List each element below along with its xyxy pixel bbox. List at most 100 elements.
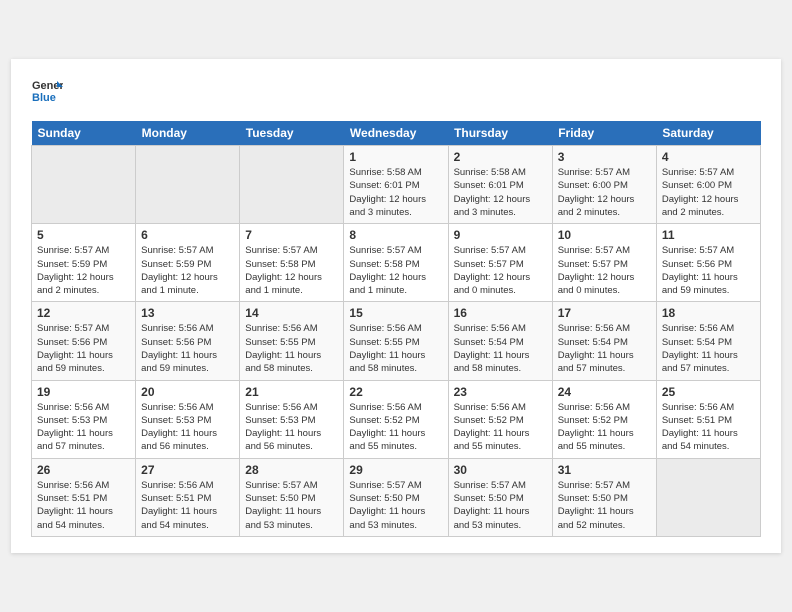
week-row-4: 19 Sunrise: 5:56 AMSunset: 5:53 PMDayligh… [32, 380, 761, 458]
weekday-row: SundayMondayTuesdayWednesdayThursdayFrid… [32, 121, 761, 146]
day-info: Sunrise: 5:57 AMSunset: 6:00 PMDaylight:… [662, 166, 755, 219]
day-number: 26 [37, 463, 130, 477]
calendar-cell: 24Sunrise: 5:56 AMSunset: 5:52 PMDayligh… [552, 380, 656, 458]
day-number: 28 [245, 463, 338, 477]
day-number: 22 [349, 385, 442, 399]
logo-svg: General Blue [31, 75, 63, 111]
day-number: 8 [349, 228, 442, 242]
calendar-cell: 26 Sunrise: 5:56 AMSunset: 5:51 PMDayligh… [32, 458, 136, 536]
day-info: Sunrise: 5:57 AMSunset: 5:50 PMDaylight:… [245, 479, 338, 532]
calendar-header-row: SundayMondayTuesdayWednesdayThursdayFrid… [32, 121, 761, 146]
day-info: Sunrise: 5:56 AMSunset: 5:56 PMDaylight:… [141, 322, 234, 375]
day-info: Sunrise: 5:56 AMSunset: 5:54 PMDaylight:… [662, 322, 755, 375]
day-info: Sunrise: 5:56 AMSunset: 5:51 PMDaylight:… [662, 401, 755, 454]
weekday-header-tuesday: Tuesday [240, 121, 344, 146]
calendar-cell: 22 Sunrise: 5:56 AMSunset: 5:52 PMDayligh… [344, 380, 448, 458]
day-number: 31 [558, 463, 651, 477]
day-info: Sunrise: 5:56 AMSunset: 5:52 PMDaylight:… [454, 401, 547, 454]
weekday-header-friday: Friday [552, 121, 656, 146]
logo-display: General Blue [31, 75, 63, 111]
calendar-cell [136, 146, 240, 224]
day-number: 17 [558, 306, 651, 320]
day-info: Sunrise: 5:56 AMSunset: 5:52 PMDaylight:… [349, 401, 442, 454]
weekday-header-sunday: Sunday [32, 121, 136, 146]
day-number: 6 [141, 228, 234, 242]
day-info: Sunrise: 5:57 AMSunset: 5:56 PMDaylight:… [37, 322, 130, 375]
day-info: Sunrise: 5:58 AMSunset: 6:01 PMDaylight:… [454, 166, 547, 219]
calendar-table: SundayMondayTuesdayWednesdayThursdayFrid… [31, 121, 761, 537]
day-number: 23 [454, 385, 547, 399]
day-number: 12 [37, 306, 130, 320]
day-info: Sunrise: 5:56 AMSunset: 5:55 PMDaylight:… [349, 322, 442, 375]
day-number: 2 [454, 150, 547, 164]
day-info: Sunrise: 5:57 AMSunset: 5:58 PMDaylight:… [349, 244, 442, 297]
day-number: 1 [349, 150, 442, 164]
day-number: 21 [245, 385, 338, 399]
day-number: 20 [141, 385, 234, 399]
day-info: Sunrise: 5:56 AMSunset: 5:53 PMDaylight:… [245, 401, 338, 454]
day-info: Sunrise: 5:56 AMSunset: 5:51 PMDaylight:… [141, 479, 234, 532]
day-number: 9 [454, 228, 547, 242]
day-number: 25 [662, 385, 755, 399]
calendar-cell: 6 Sunrise: 5:57 AMSunset: 5:59 PMDaylight… [136, 224, 240, 302]
calendar-header: General Blue [31, 75, 761, 111]
calendar-cell: 14 Sunrise: 5:56 AMSunset: 5:55 PMDayligh… [240, 302, 344, 380]
day-number: 15 [349, 306, 442, 320]
calendar-cell: 25 Sunrise: 5:56 AMSunset: 5:51 PMDayligh… [656, 380, 760, 458]
day-info: Sunrise: 5:57 AMSunset: 5:50 PMDaylight:… [454, 479, 547, 532]
day-number: 18 [662, 306, 755, 320]
calendar-cell: 23 Sunrise: 5:56 AMSunset: 5:52 PMDayligh… [448, 380, 552, 458]
weekday-header-monday: Monday [136, 121, 240, 146]
week-row-1: 1 Sunrise: 5:58 AMSunset: 6:01 PMDaylight… [32, 146, 761, 224]
calendar-cell: 1 Sunrise: 5:58 AMSunset: 6:01 PMDaylight… [344, 146, 448, 224]
day-info: Sunrise: 5:57 AMSunset: 5:59 PMDaylight:… [141, 244, 234, 297]
day-number: 19 [37, 385, 130, 399]
calendar-cell: 13Sunrise: 5:56 AMSunset: 5:56 PMDayligh… [136, 302, 240, 380]
calendar-cell [240, 146, 344, 224]
day-number: 24 [558, 385, 651, 399]
day-info: Sunrise: 5:57 AMSunset: 5:59 PMDaylight:… [37, 244, 130, 297]
day-info: Sunrise: 5:56 AMSunset: 5:55 PMDaylight:… [245, 322, 338, 375]
calendar-cell: 20 Sunrise: 5:56 AMSunset: 5:53 PMDayligh… [136, 380, 240, 458]
day-info: Sunrise: 5:57 AMSunset: 5:50 PMDaylight:… [558, 479, 651, 532]
week-row-2: 5 Sunrise: 5:57 AMSunset: 5:59 PMDaylight… [32, 224, 761, 302]
day-info: Sunrise: 5:57 AMSunset: 5:58 PMDaylight:… [245, 244, 338, 297]
calendar-cell: 8 Sunrise: 5:57 AMSunset: 5:58 PMDaylight… [344, 224, 448, 302]
day-number: 5 [37, 228, 130, 242]
day-info: Sunrise: 5:57 AMSunset: 5:56 PMDaylight:… [662, 244, 755, 297]
weekday-header-wednesday: Wednesday [344, 121, 448, 146]
calendar-cell: 7Sunrise: 5:57 AMSunset: 5:58 PMDaylight… [240, 224, 344, 302]
calendar-cell: 16 Sunrise: 5:56 AMSunset: 5:54 PMDayligh… [448, 302, 552, 380]
weekday-header-saturday: Saturday [656, 121, 760, 146]
day-info: Sunrise: 5:56 AMSunset: 5:53 PMDaylight:… [141, 401, 234, 454]
calendar-cell: 3 Sunrise: 5:57 AMSunset: 6:00 PMDaylight… [552, 146, 656, 224]
calendar-container: General Blue SundayMondayTuesdayWednesda… [11, 59, 781, 553]
calendar-cell: 9 Sunrise: 5:57 AMSunset: 5:57 PMDaylight… [448, 224, 552, 302]
day-info: Sunrise: 5:56 AMSunset: 5:51 PMDaylight:… [37, 479, 130, 532]
day-info: Sunrise: 5:57 AMSunset: 6:00 PMDaylight:… [558, 166, 651, 219]
day-info: Sunrise: 5:56 AMSunset: 5:54 PMDaylight:… [454, 322, 547, 375]
day-number: 30 [454, 463, 547, 477]
day-info: Sunrise: 5:57 AMSunset: 5:57 PMDaylight:… [454, 244, 547, 297]
weekday-header-thursday: Thursday [448, 121, 552, 146]
day-number: 16 [454, 306, 547, 320]
day-number: 11 [662, 228, 755, 242]
calendar-cell: 2 Sunrise: 5:58 AMSunset: 6:01 PMDaylight… [448, 146, 552, 224]
calendar-cell: 28 Sunrise: 5:57 AMSunset: 5:50 PMDayligh… [240, 458, 344, 536]
week-row-3: 12 Sunrise: 5:57 AMSunset: 5:56 PMDayligh… [32, 302, 761, 380]
svg-text:Blue: Blue [32, 92, 56, 104]
calendar-cell: 21 Sunrise: 5:56 AMSunset: 5:53 PMDayligh… [240, 380, 344, 458]
calendar-cell: 18 Sunrise: 5:56 AMSunset: 5:54 PMDayligh… [656, 302, 760, 380]
day-number: 4 [662, 150, 755, 164]
day-number: 14 [245, 306, 338, 320]
day-number: 3 [558, 150, 651, 164]
calendar-cell: 19Sunrise: 5:56 AMSunset: 5:53 PMDayligh… [32, 380, 136, 458]
calendar-cell: 27Sunrise: 5:56 AMSunset: 5:51 PMDayligh… [136, 458, 240, 536]
calendar-cell: 10Sunrise: 5:57 AMSunset: 5:57 PMDayligh… [552, 224, 656, 302]
day-info: Sunrise: 5:57 AMSunset: 5:50 PMDaylight:… [349, 479, 442, 532]
day-info: Sunrise: 5:58 AMSunset: 6:01 PMDaylight:… [349, 166, 442, 219]
calendar-cell: 17Sunrise: 5:56 AMSunset: 5:54 PMDayligh… [552, 302, 656, 380]
calendar-cell [32, 146, 136, 224]
calendar-cell: 31 Sunrise: 5:57 AMSunset: 5:50 PMDayligh… [552, 458, 656, 536]
day-number: 10 [558, 228, 651, 242]
